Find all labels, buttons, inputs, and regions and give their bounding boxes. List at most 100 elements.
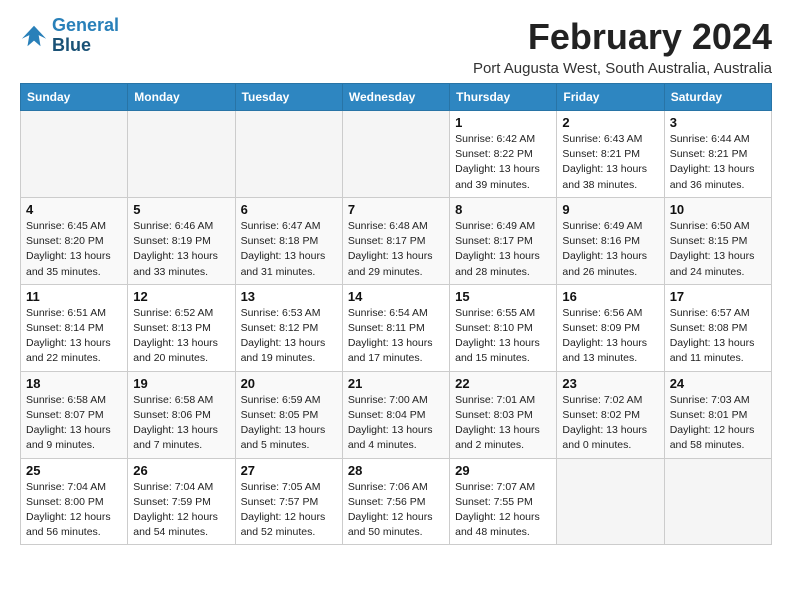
day-number: 17: [670, 289, 766, 304]
calendar-cell: 18 Sunrise: 6:58 AMSunset: 8:07 PMDayligh…: [21, 371, 128, 458]
day-number: 20: [241, 376, 337, 391]
calendar-week-row: 25 Sunrise: 7:04 AMSunset: 8:00 PMDayligh…: [21, 458, 772, 545]
day-number: 16: [562, 289, 658, 304]
calendar-cell: 29 Sunrise: 7:07 AMSunset: 7:55 PMDayligh…: [450, 458, 557, 545]
calendar-cell: 15Sunrise: 6:55 AMSunset: 8:10 PMDayligh…: [450, 284, 557, 371]
day-number: 23: [562, 376, 658, 391]
day-number: 26: [133, 463, 229, 478]
day-info: Sunrise: 6:43 AMSunset: 8:21 PMDaylight:…: [562, 132, 658, 193]
day-number: 3: [670, 115, 766, 130]
month-title: February 2024: [473, 16, 772, 58]
calendar-body: 1 Sunrise: 6:42 AMSunset: 8:22 PMDaylight…: [21, 111, 772, 545]
logo-icon: [20, 22, 48, 50]
logo: General Blue: [20, 16, 119, 56]
calendar-cell: 13Sunrise: 6:53 AMSunset: 8:12 PMDayligh…: [235, 284, 342, 371]
day-number: 18: [26, 376, 122, 391]
calendar-table: SundayMondayTuesdayWednesdayThursdayFrid…: [20, 83, 772, 545]
day-number: 1: [455, 115, 551, 130]
day-number: 12: [133, 289, 229, 304]
logo-text: General Blue: [52, 16, 119, 56]
day-info: Sunrise: 6:51 AMSunset: 8:14 PMDaylight:…: [26, 306, 122, 367]
calendar-cell: 24 Sunrise: 7:03 AMSunset: 8:01 PMDayligh…: [664, 371, 771, 458]
calendar-cell: 23 Sunrise: 7:02 AMSunset: 8:02 PMDayligh…: [557, 371, 664, 458]
day-info: Sunrise: 7:07 AMSunset: 7:55 PMDaylight:…: [455, 480, 551, 541]
day-number: 19: [133, 376, 229, 391]
day-info: Sunrise: 7:04 AMSunset: 7:59 PMDaylight:…: [133, 480, 229, 541]
day-number: 29: [455, 463, 551, 478]
day-number: 5: [133, 202, 229, 217]
title-area: February 2024 Port Augusta West, South A…: [473, 16, 772, 77]
day-info: Sunrise: 6:42 AMSunset: 8:22 PMDaylight:…: [455, 132, 551, 193]
day-info: Sunrise: 6:52 AMSunset: 8:13 PMDaylight:…: [133, 306, 229, 367]
calendar-cell: 3 Sunrise: 6:44 AMSunset: 8:21 PMDaylight…: [664, 111, 771, 198]
calendar-cell: 10 Sunrise: 6:50 AMSunset: 8:15 PMDayligh…: [664, 197, 771, 284]
day-number: 28: [348, 463, 444, 478]
calendar-cell: 28 Sunrise: 7:06 AMSunset: 7:56 PMDayligh…: [342, 458, 449, 545]
calendar-cell: 19 Sunrise: 6:58 AMSunset: 8:06 PMDayligh…: [128, 371, 235, 458]
day-info: Sunrise: 6:49 AMSunset: 8:17 PMDaylight:…: [455, 219, 551, 280]
calendar-cell: [21, 111, 128, 198]
day-info: Sunrise: 6:46 AMSunset: 8:19 PMDaylight:…: [133, 219, 229, 280]
day-info: Sunrise: 6:49 AMSunset: 8:16 PMDaylight:…: [562, 219, 658, 280]
day-of-week-header: Saturday: [664, 84, 771, 111]
day-of-week-header: Sunday: [21, 84, 128, 111]
calendar-cell: 2 Sunrise: 6:43 AMSunset: 8:21 PMDaylight…: [557, 111, 664, 198]
calendar-cell: 20 Sunrise: 6:59 AMSunset: 8:05 PMDayligh…: [235, 371, 342, 458]
day-number: 14: [348, 289, 444, 304]
day-info: Sunrise: 6:44 AMSunset: 8:21 PMDaylight:…: [670, 132, 766, 193]
subtitle: Port Augusta West, South Australia, Aust…: [473, 60, 772, 77]
calendar-week-row: 4 Sunrise: 6:45 AMSunset: 8:20 PMDaylight…: [21, 197, 772, 284]
day-info: Sunrise: 6:45 AMSunset: 8:20 PMDaylight:…: [26, 219, 122, 280]
day-info: Sunrise: 6:58 AMSunset: 8:06 PMDaylight:…: [133, 393, 229, 454]
calendar-cell: 4 Sunrise: 6:45 AMSunset: 8:20 PMDaylight…: [21, 197, 128, 284]
day-info: Sunrise: 7:03 AMSunset: 8:01 PMDaylight:…: [670, 393, 766, 454]
day-number: 22: [455, 376, 551, 391]
day-number: 25: [26, 463, 122, 478]
calendar-week-row: 18 Sunrise: 6:58 AMSunset: 8:07 PMDayligh…: [21, 371, 772, 458]
calendar-cell: 6Sunrise: 6:47 AMSunset: 8:18 PMDaylight…: [235, 197, 342, 284]
calendar-cell: 22Sunrise: 7:01 AMSunset: 8:03 PMDayligh…: [450, 371, 557, 458]
day-info: Sunrise: 7:05 AMSunset: 7:57 PMDaylight:…: [241, 480, 337, 541]
calendar-cell: 14 Sunrise: 6:54 AMSunset: 8:11 PMDayligh…: [342, 284, 449, 371]
day-info: Sunrise: 7:04 AMSunset: 8:00 PMDaylight:…: [26, 480, 122, 541]
day-info: Sunrise: 7:00 AMSunset: 8:04 PMDaylight:…: [348, 393, 444, 454]
calendar-cell: 5 Sunrise: 6:46 AMSunset: 8:19 PMDaylight…: [128, 197, 235, 284]
day-number: 11: [26, 289, 122, 304]
day-of-week-header: Tuesday: [235, 84, 342, 111]
day-number: 2: [562, 115, 658, 130]
calendar-cell: 12 Sunrise: 6:52 AMSunset: 8:13 PMDayligh…: [128, 284, 235, 371]
calendar-cell: 25 Sunrise: 7:04 AMSunset: 8:00 PMDayligh…: [21, 458, 128, 545]
calendar-week-row: 1 Sunrise: 6:42 AMSunset: 8:22 PMDaylight…: [21, 111, 772, 198]
day-number: 13: [241, 289, 337, 304]
calendar-cell: [342, 111, 449, 198]
day-of-week-header: Friday: [557, 84, 664, 111]
calendar-cell: 26 Sunrise: 7:04 AMSunset: 7:59 PMDayligh…: [128, 458, 235, 545]
day-info: Sunrise: 7:02 AMSunset: 8:02 PMDaylight:…: [562, 393, 658, 454]
day-info: Sunrise: 6:59 AMSunset: 8:05 PMDaylight:…: [241, 393, 337, 454]
day-number: 21: [348, 376, 444, 391]
day-info: Sunrise: 7:06 AMSunset: 7:56 PMDaylight:…: [348, 480, 444, 541]
calendar-cell: 1 Sunrise: 6:42 AMSunset: 8:22 PMDaylight…: [450, 111, 557, 198]
calendar-cell: 27 Sunrise: 7:05 AMSunset: 7:57 PMDayligh…: [235, 458, 342, 545]
day-number: 9: [562, 202, 658, 217]
calendar-cell: 16Sunrise: 6:56 AMSunset: 8:09 PMDayligh…: [557, 284, 664, 371]
calendar-cell: [557, 458, 664, 545]
calendar-header: SundayMondayTuesdayWednesdayThursdayFrid…: [21, 84, 772, 111]
day-number: 10: [670, 202, 766, 217]
day-number: 27: [241, 463, 337, 478]
day-of-week-header: Monday: [128, 84, 235, 111]
day-info: Sunrise: 6:54 AMSunset: 8:11 PMDaylight:…: [348, 306, 444, 367]
calendar-cell: [235, 111, 342, 198]
day-number: 4: [26, 202, 122, 217]
day-info: Sunrise: 6:58 AMSunset: 8:07 PMDaylight:…: [26, 393, 122, 454]
calendar-cell: 8Sunrise: 6:49 AMSunset: 8:17 PMDaylight…: [450, 197, 557, 284]
day-info: Sunrise: 6:55 AMSunset: 8:10 PMDaylight:…: [455, 306, 551, 367]
calendar-cell: [128, 111, 235, 198]
day-info: Sunrise: 6:48 AMSunset: 8:17 PMDaylight:…: [348, 219, 444, 280]
calendar-week-row: 11 Sunrise: 6:51 AMSunset: 8:14 PMDayligh…: [21, 284, 772, 371]
calendar-cell: [664, 458, 771, 545]
day-info: Sunrise: 6:50 AMSunset: 8:15 PMDaylight:…: [670, 219, 766, 280]
day-of-week-header: Wednesday: [342, 84, 449, 111]
day-info: Sunrise: 6:47 AMSunset: 8:18 PMDaylight:…: [241, 219, 337, 280]
day-number: 24: [670, 376, 766, 391]
